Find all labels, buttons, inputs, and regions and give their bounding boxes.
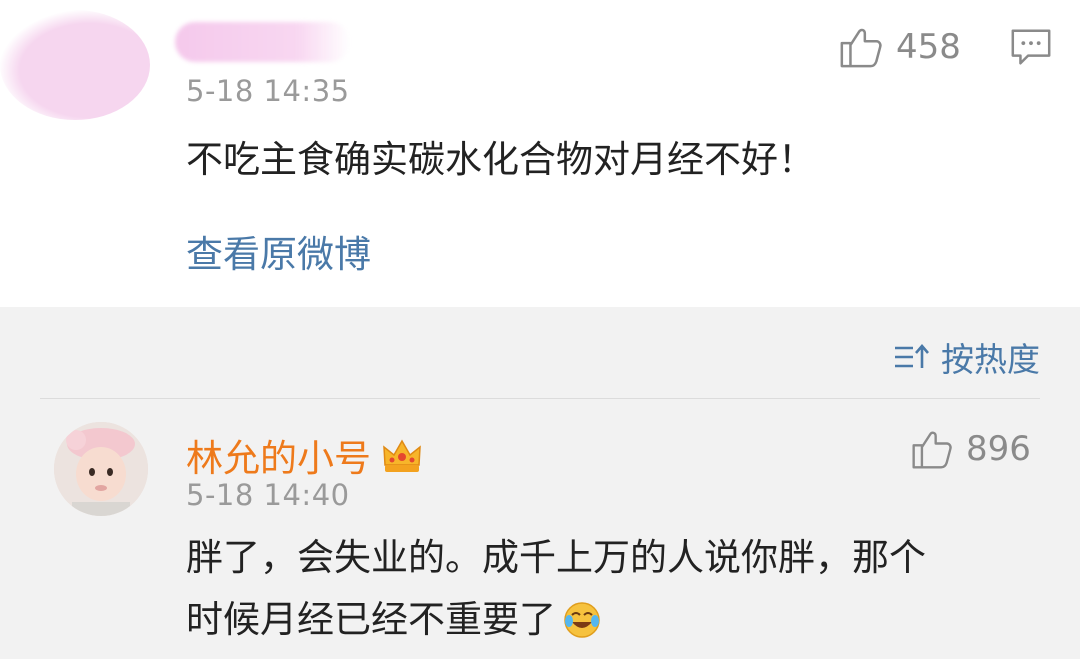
like-button[interactable]: 896 [910,427,1031,471]
thumb-up-icon [840,28,882,68]
thumb-up-icon [912,431,952,469]
sort-icon [895,344,929,368]
baby-avatar-image [54,422,148,516]
username: 林允的小号 [186,437,371,480]
comment-text-line-2: 时候月经已经不重要了 [186,588,602,652]
laugh-cry-emoji-icon [564,602,600,638]
like-button[interactable]: 458 [838,24,961,70]
blurred-avatar [0,10,150,120]
comment-text-line-1: 胖了，会失业的。成千上万的人说你胖，那个 [186,536,926,579]
crown-badge-icon [383,439,421,472]
blurred-username [175,22,350,62]
like-count: 458 [896,27,961,67]
sort-by-hot-button[interactable]: 按热度 [893,333,1040,381]
original-comment-card: 5-18 14:35 458 不吃主食确实碳水化合物对月经不好！ 查看原微博 [0,0,1080,307]
comment-username-link[interactable]: 林允的小号 [186,428,423,482]
comment-text: 不吃主食确实碳水化合物对月经不好！ [186,138,815,181]
like-count: 896 [966,429,1031,469]
view-original-weibo-link[interactable]: 查看原微博 [186,224,371,278]
comment-icon[interactable] [1008,24,1054,70]
sort-label: 按热度 [941,340,1040,379]
divider [40,398,1040,399]
comment-time: 5-18 14:35 [186,74,350,108]
comment-text-line-2-text: 时候月经已经不重要了 [186,598,556,641]
avatar[interactable] [54,422,148,516]
comment-time: 5-18 14:40 [186,478,350,512]
